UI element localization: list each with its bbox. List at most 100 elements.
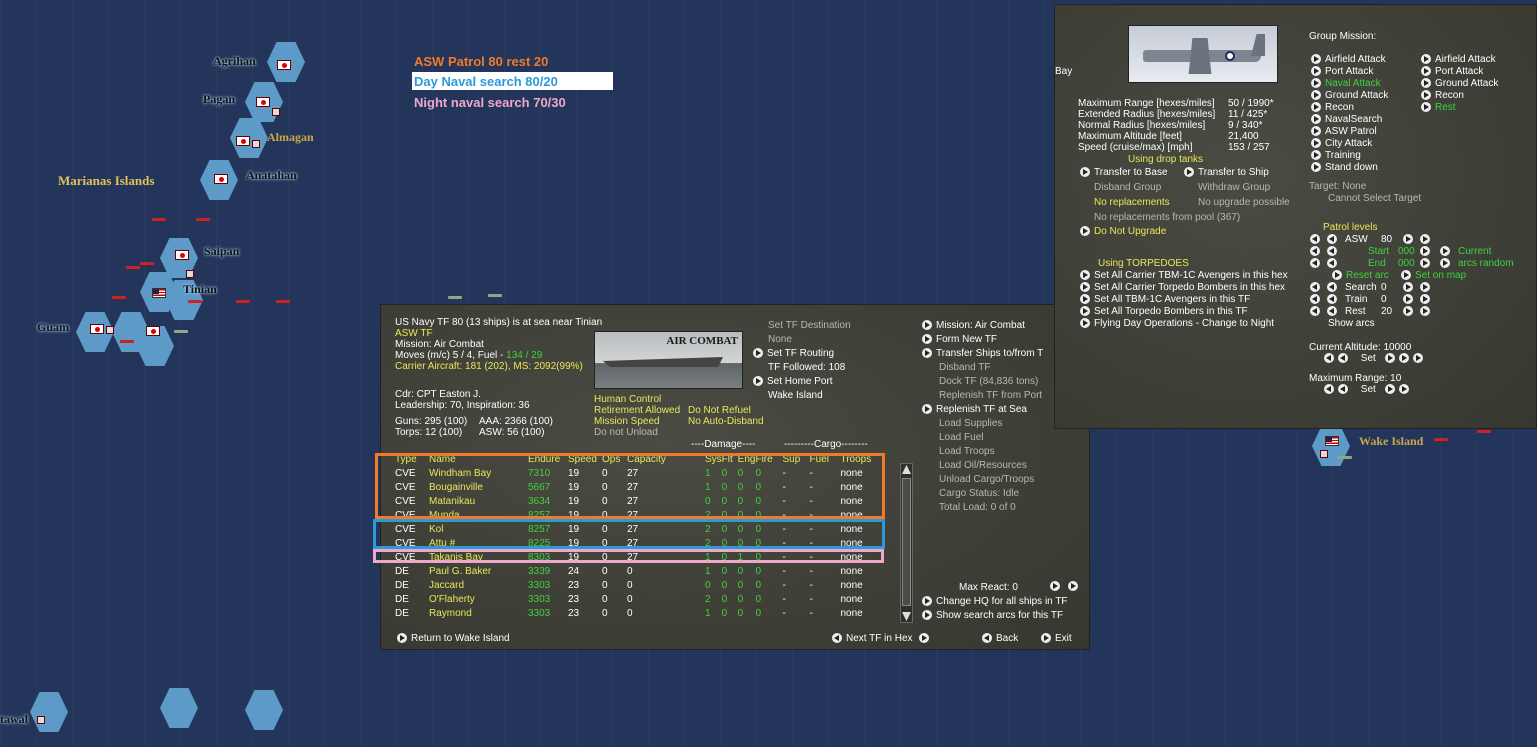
ship-icon[interactable]	[1477, 430, 1491, 433]
ship-icon[interactable]	[188, 300, 202, 303]
right-arrow-icon[interactable]	[1420, 282, 1430, 292]
hex-wake[interactable]	[1312, 426, 1350, 466]
ship-icon[interactable]	[1434, 438, 1448, 441]
right-arrow-icon[interactable]	[1420, 234, 1430, 244]
right-arrow-icon[interactable]	[1398, 353, 1409, 364]
left-arrow-icon[interactable]	[1310, 258, 1320, 268]
ship-list-scrollbar[interactable]	[900, 463, 913, 623]
right-arrow-icon[interactable]	[1420, 246, 1430, 256]
disband-group[interactable]: Disband Group	[1094, 182, 1161, 193]
mission-option[interactable]: Recon	[1311, 102, 1354, 113]
right-arrow-icon[interactable]	[1403, 306, 1413, 316]
right-arrow-icon[interactable]	[1398, 384, 1409, 395]
do-not-refuel[interactable]: Do Not Refuel	[688, 405, 751, 416]
react-decrease-icon[interactable]	[1050, 581, 1060, 591]
ship-icon[interactable]	[448, 296, 462, 299]
ship-cell[interactable]: O'Flaherty	[429, 592, 528, 606]
exit-button[interactable]: Exit	[1041, 633, 1072, 644]
left-arrow-icon[interactable]	[1327, 294, 1337, 304]
set-home-port[interactable]: Set Home Port	[753, 376, 833, 387]
back-button[interactable]: Back	[982, 633, 1018, 644]
right-arrow-icon[interactable]	[1403, 282, 1413, 292]
japan-flag-icon[interactable]	[146, 326, 160, 336]
ship-icon[interactable]	[196, 218, 210, 221]
no-replacements[interactable]: No replacements	[1094, 197, 1170, 208]
ship-icon[interactable]	[488, 294, 502, 297]
altitude-set-label[interactable]: Set	[1361, 353, 1376, 364]
right-arrow-icon[interactable]	[1412, 353, 1423, 364]
unload-cargo[interactable]: Unload Cargo/Troops	[939, 474, 1034, 485]
hex-sw-1[interactable]	[30, 692, 68, 732]
left-arrow-icon[interactable]	[1310, 294, 1320, 304]
ship-icon[interactable]	[276, 300, 290, 303]
japan-flag-icon[interactable]	[236, 136, 250, 146]
set-all-button[interactable]: Set All Torpedo Bombers in this TF	[1080, 306, 1248, 317]
show-arcs[interactable]: Show arcs	[1328, 318, 1375, 329]
human-control[interactable]: Human Control	[594, 394, 661, 405]
set-tf-destination[interactable]: Set TF Destination	[768, 320, 851, 331]
set-tf-routing[interactable]: Set TF Routing	[753, 348, 834, 359]
right-arrow-icon[interactable]	[1420, 258, 1430, 268]
mission-option[interactable]: Naval Attack	[1311, 78, 1381, 89]
mission-option[interactable]: Ground Attack	[1311, 90, 1388, 101]
left-arrow-icon[interactable]	[1324, 353, 1334, 364]
return-to-wake-button[interactable]: Return to Wake Island	[397, 633, 510, 644]
us-flag-icon[interactable]	[1325, 436, 1339, 446]
japan-flag-icon[interactable]	[214, 174, 228, 184]
mission-option[interactable]: Ground Attack	[1421, 78, 1498, 89]
using-torpedoes[interactable]: Using TORPEDOES	[1098, 258, 1189, 269]
mission-option[interactable]: City Attack	[1311, 138, 1372, 149]
ship-icon[interactable]	[140, 262, 154, 265]
ship-icon[interactable]	[174, 330, 188, 333]
left-arrow-icon[interactable]	[1327, 258, 1337, 268]
set-all-button[interactable]: Set All Carrier TBM-1C Avengers in this …	[1080, 270, 1288, 281]
load-fuel[interactable]: Load Fuel	[939, 432, 983, 443]
set-all-button[interactable]: Set All Carrier Torpedo Bombers in this …	[1080, 282, 1285, 293]
left-arrow-icon[interactable]	[1310, 234, 1320, 244]
japan-flag-icon[interactable]	[277, 60, 291, 70]
transfer-to-ship-button[interactable]: Transfer to Ship	[1184, 167, 1269, 178]
ship-row[interactable]: DE Jaccard 3303 23 0 0 0 0 0 0- - none	[395, 578, 880, 592]
left-arrow-icon[interactable]	[1310, 246, 1320, 256]
mission-speed[interactable]: Mission Speed	[594, 416, 660, 427]
left-arrow-icon[interactable]	[1310, 282, 1320, 292]
left-arrow-icon[interactable]	[1338, 384, 1348, 395]
retirement-allowed[interactable]: Retirement Allowed	[594, 405, 680, 416]
us-flag-icon[interactable]	[152, 288, 166, 298]
reset-arc-button[interactable]: Reset arc	[1332, 270, 1389, 281]
right-arrow-icon[interactable]	[1420, 294, 1430, 304]
ship-cell[interactable]: Raymond	[429, 606, 528, 620]
mission-option[interactable]: Training	[1311, 150, 1361, 161]
transfer-ships-button[interactable]: Transfer Ships to/from T	[922, 348, 1043, 359]
japan-flag-icon[interactable]	[256, 97, 270, 107]
set-on-map-button[interactable]: Set on map	[1401, 270, 1466, 281]
do-not-upgrade-button[interactable]: Do Not Upgrade	[1080, 226, 1166, 237]
ship-icon[interactable]	[1338, 456, 1352, 459]
right-arrow-icon[interactable]	[1384, 353, 1395, 364]
right-arrow-icon[interactable]	[1403, 294, 1413, 304]
form-new-tf-button[interactable]: Form New TF	[922, 334, 997, 345]
replenish-from-port[interactable]: Replenish TF from Port	[939, 390, 1042, 401]
set-all-button[interactable]: Set All TBM-1C Avengers in this TF	[1080, 294, 1250, 305]
set-all-button[interactable]: Flying Day Operations - Change to Night	[1080, 318, 1274, 329]
scroll-down-icon[interactable]	[902, 612, 911, 621]
mission-option[interactable]: Port Attack	[1311, 66, 1373, 77]
show-search-arcs-button[interactable]: Show search arcs for this TF	[922, 610, 1063, 621]
right-arrow-icon[interactable]	[1440, 246, 1450, 256]
do-not-unload[interactable]: Do not Unload	[594, 427, 658, 438]
withdraw-group[interactable]: Withdraw Group	[1198, 182, 1270, 193]
ship-cell[interactable]: Paul G. Baker	[429, 564, 528, 578]
left-arrow-icon[interactable]	[1338, 353, 1348, 364]
japan-flag-icon[interactable]	[90, 324, 104, 334]
left-arrow-icon[interactable]	[1327, 234, 1337, 244]
next-tf-button[interactable]: Next TF in Hex	[832, 633, 933, 644]
left-arrow-icon[interactable]	[1310, 306, 1320, 316]
ship-cell[interactable]: Jaccard	[429, 578, 528, 592]
load-troops[interactable]: Load Troops	[939, 446, 995, 457]
left-arrow-icon[interactable]	[1324, 384, 1334, 395]
change-hq-button[interactable]: Change HQ for all ships in TF	[922, 596, 1068, 607]
hex-sw-3[interactable]	[245, 690, 283, 730]
right-arrow-icon[interactable]	[1440, 258, 1450, 268]
left-arrow-icon[interactable]	[1327, 306, 1337, 316]
range-set-label[interactable]: Set	[1361, 384, 1376, 395]
